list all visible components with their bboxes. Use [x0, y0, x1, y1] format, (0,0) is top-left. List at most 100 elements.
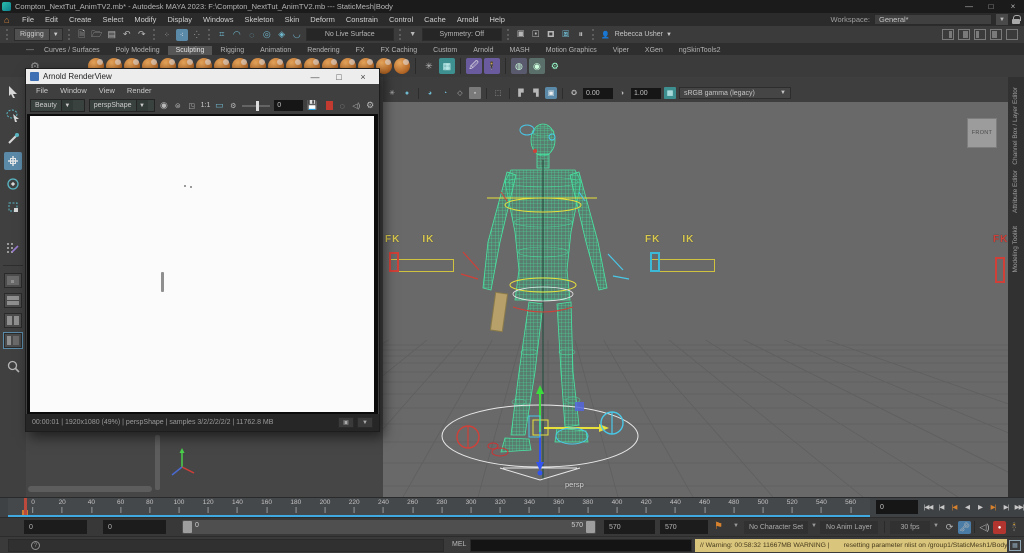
- character-set-select[interactable]: No Character Set: [744, 521, 808, 534]
- menu-item[interactable]: Edit: [40, 15, 64, 24]
- warning-message[interactable]: // Warning: 00:58:32 11667MB WARNING | r…: [695, 539, 1007, 552]
- timeline-tick[interactable]: 360: [553, 499, 564, 513]
- chevron-down-icon[interactable]: ▼: [357, 417, 373, 428]
- mirror-body-icon[interactable]: 🕴: [484, 58, 500, 74]
- timeline-tick[interactable]: 520: [787, 499, 798, 513]
- timeline-tick[interactable]: 420: [641, 499, 652, 513]
- select-object-icon[interactable]: ⁖: [176, 29, 188, 41]
- timeline-tick[interactable]: 480: [728, 499, 739, 513]
- uv-sphere-icon[interactable]: ◉: [529, 58, 545, 74]
- image-plane-icon[interactable]: ◔: [439, 87, 451, 99]
- timeline-tick[interactable]: 440: [670, 499, 681, 513]
- last-tool-icon[interactable]: [4, 240, 22, 258]
- help-icon[interactable]: ?: [31, 541, 40, 550]
- vertical-scrollbar[interactable]: [155, 435, 160, 490]
- timeline-tick[interactable]: 40: [88, 499, 95, 513]
- grip-handle[interactable]: [592, 29, 595, 40]
- menu-item[interactable]: Modify: [129, 15, 162, 24]
- menu-item[interactable]: Help: [484, 15, 510, 24]
- layout-four-pane-button[interactable]: [4, 293, 22, 308]
- range-end-handle[interactable]: [586, 521, 595, 533]
- fkik-handle-left[interactable]: [389, 252, 399, 272]
- aov-select[interactable]: Beauty ▼: [30, 99, 85, 112]
- convert-grid-icon[interactable]: ▦: [439, 58, 455, 74]
- menu-item[interactable]: Constrain: [340, 15, 383, 24]
- timeline-tick[interactable]: 340: [524, 499, 535, 513]
- playback-button[interactable]: ▶: [974, 499, 986, 514]
- grip-handle[interactable]: [6, 29, 9, 40]
- fkik-slider-right[interactable]: [651, 259, 715, 272]
- tab-attribute-editor[interactable]: Attribute Editor: [1012, 170, 1019, 213]
- isolate-select-icon[interactable]: ⬚: [492, 87, 504, 99]
- gate-mask-icon[interactable]: ◇: [454, 87, 466, 99]
- menu-item[interactable]: Cache: [419, 15, 452, 24]
- scale-tool-icon[interactable]: [4, 198, 22, 216]
- toggle-outliner-icon[interactable]: [990, 29, 1002, 40]
- lock-icon[interactable]: [1012, 15, 1020, 24]
- lasso-tool-icon[interactable]: [4, 106, 22, 124]
- playback-button[interactable]: |◀◀: [922, 499, 934, 514]
- shelf-tab[interactable]: Rigging: [212, 46, 252, 55]
- menu-item[interactable]: Arnold: [451, 15, 484, 24]
- chevron-down-icon[interactable]: ▼: [733, 523, 739, 529]
- open-scene-icon[interactable]: 🗁: [91, 29, 103, 41]
- shelf-tab[interactable]: Motion Graphics: [538, 46, 605, 55]
- grip-handle[interactable]: [208, 29, 211, 40]
- mute-audio-icon[interactable]: ◁): [978, 521, 991, 534]
- layout-outliner-persp-button[interactable]: [4, 333, 22, 348]
- tab-modeling-toolkit[interactable]: Modeling Toolkit: [1012, 226, 1019, 273]
- paused-viewport-icon[interactable]: ⏸: [575, 29, 587, 41]
- workspace-gear-icon[interactable]: [1006, 29, 1018, 40]
- snapshot-icon[interactable]: ▣: [338, 417, 354, 428]
- fps-select[interactable]: 30 fps: [890, 521, 930, 534]
- horizontal-scrollbar[interactable]: [28, 486, 152, 492]
- paint-select-tool-icon[interactable]: [4, 129, 22, 147]
- stop-render-icon[interactable]: [326, 101, 333, 110]
- time-slider[interactable]: 0 20 40 60 80 100 12: [0, 497, 1024, 517]
- debug-value-field[interactable]: 0: [274, 100, 303, 111]
- exr-badge-icon[interactable]: ⊜: [173, 100, 183, 112]
- snap-grid-icon[interactable]: ⌗: [216, 29, 228, 41]
- symmetry-field[interactable]: Symmetry: Off: [422, 28, 502, 41]
- shelf-tab[interactable]: FX: [348, 46, 373, 55]
- maximize-button[interactable]: □: [327, 72, 351, 82]
- timeline-tick[interactable]: 20: [59, 499, 66, 513]
- shelf-tab[interactable]: Curves / Surfaces: [36, 46, 108, 55]
- menu-item[interactable]: Skin: [279, 15, 305, 24]
- recording-icon[interactable]: ●: [993, 521, 1006, 534]
- debug-gear-icon[interactable]: ⚙: [228, 100, 238, 112]
- playback-start-field[interactable]: 0: [103, 520, 166, 534]
- toggle-attribute-editor-icon[interactable]: [958, 29, 970, 40]
- script-editor-icon[interactable]: ▦: [1009, 540, 1021, 551]
- settings-gear-icon[interactable]: ⚙: [365, 100, 375, 112]
- select-component-icon[interactable]: ⁛: [191, 29, 203, 41]
- timeline-tick[interactable]: 180: [290, 499, 301, 513]
- menu-item[interactable]: Windows: [198, 15, 239, 24]
- timeline-tick[interactable]: 60: [117, 499, 124, 513]
- menu-item[interactable]: View: [93, 86, 121, 95]
- grip-handle[interactable]: [153, 29, 156, 40]
- playback-button[interactable]: ▶|: [987, 499, 999, 514]
- texture-sphere-icon[interactable]: ◍: [511, 58, 527, 74]
- camera-select[interactable]: perspShape ▼: [89, 99, 155, 112]
- arnold-renderview-window[interactable]: Arnold RenderView — □ × FileWindowViewRe…: [25, 68, 380, 432]
- toggle-toolsettings-icon[interactable]: [974, 29, 986, 40]
- menu-item[interactable]: Control: [383, 15, 418, 24]
- menu-item[interactable]: Select: [97, 15, 129, 24]
- render-settings-icon[interactable]: 🞓: [545, 29, 557, 41]
- range-slider[interactable]: 0 570: [182, 520, 596, 534]
- ab-compare-icon[interactable]: ◳: [187, 100, 197, 112]
- toggle-channelbox-icon[interactable]: [942, 29, 954, 40]
- notifications-icon[interactable]: ◁): [351, 100, 361, 112]
- exposure-field[interactable]: 0.00: [583, 88, 613, 99]
- safe-action-icon[interactable]: ▜: [530, 87, 542, 99]
- minimize-button[interactable]: —: [958, 2, 980, 11]
- playback-button[interactable]: ▶|: [1000, 499, 1012, 514]
- timeline-tick[interactable]: 300: [466, 499, 477, 513]
- tab-channel-box[interactable]: Channel Box / Layer Editor: [1012, 87, 1019, 165]
- timeline-tick[interactable]: 400: [612, 499, 623, 513]
- bookmark-icon[interactable]: ⚑: [714, 521, 723, 532]
- select-tool-icon[interactable]: [4, 83, 22, 101]
- crop-region-icon[interactable]: ▭: [214, 100, 224, 112]
- mel-command-input[interactable]: [470, 539, 692, 552]
